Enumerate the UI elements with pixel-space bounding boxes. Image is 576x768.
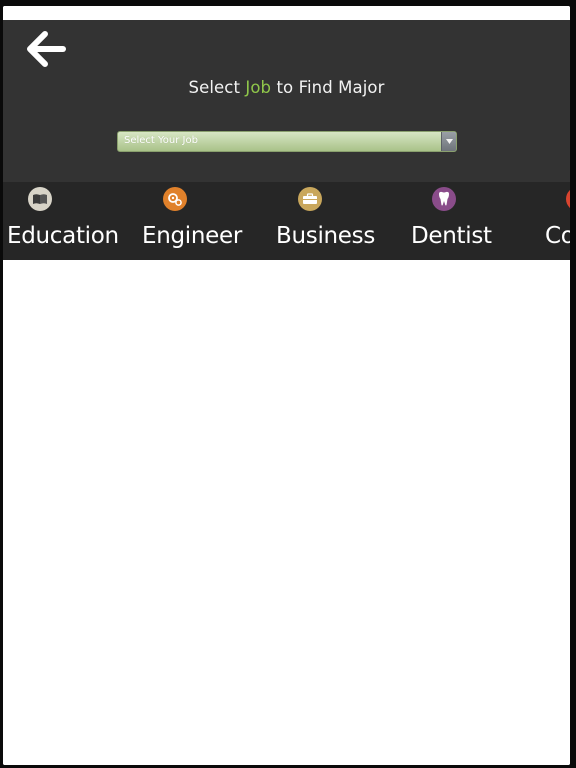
category-co[interactable]: Co: [543, 182, 570, 260]
job-select[interactable]: Select Your Job: [117, 131, 457, 152]
title-accent: Job: [245, 78, 272, 97]
category-label: Engineer: [142, 223, 243, 249]
category-education[interactable]: Education: [3, 182, 123, 260]
category-label: Dentist: [411, 223, 492, 249]
category-label: Education: [7, 223, 119, 249]
tooth-icon: [432, 187, 456, 211]
title-suffix: to Find Major: [271, 78, 385, 97]
briefcase-icon: [298, 187, 322, 211]
gears-icon: [163, 187, 187, 211]
dropdown-button[interactable]: [441, 132, 456, 151]
page-title: Select Job to Find Major: [3, 78, 570, 97]
content-area: [3, 260, 570, 765]
category-label: Business: [276, 223, 376, 249]
category-business[interactable]: Business: [271, 182, 381, 260]
category-bar: Education Engineer Business Dentist Co: [3, 182, 570, 260]
book-icon: [28, 187, 52, 211]
category-label: Co: [545, 223, 570, 249]
status-strip: [3, 6, 570, 20]
back-button[interactable]: [23, 28, 69, 70]
header: Select Job to Find Major Select Your Job: [3, 20, 570, 182]
category-icon: [566, 187, 570, 211]
job-select-placeholder: Select Your Job: [124, 135, 198, 146]
arrow-left-icon: [25, 30, 67, 68]
category-dentist[interactable]: Dentist: [408, 182, 508, 260]
title-prefix: Select: [188, 78, 246, 97]
chevron-down-icon: [445, 139, 453, 144]
category-engineer[interactable]: Engineer: [137, 182, 247, 260]
app-frame: Select Job to Find Major Select Your Job…: [3, 6, 570, 765]
